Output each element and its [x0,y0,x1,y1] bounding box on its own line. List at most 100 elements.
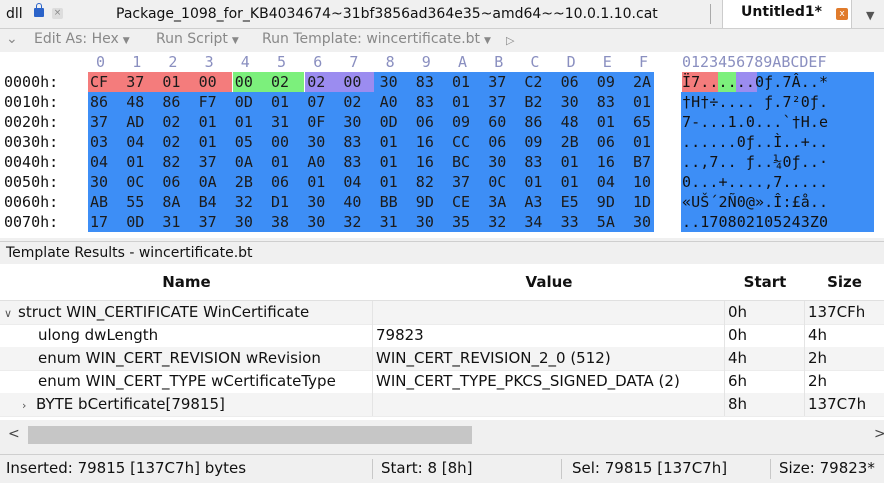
hex-byte[interactable]: 48 [126,92,144,112]
hex-byte[interactable]: 83 [343,152,361,172]
hex-byte[interactable]: 00 [343,72,362,92]
hex-byte[interactable]: AD [126,112,144,132]
hex-byte[interactable]: 01 [126,152,144,172]
hex-byte[interactable]: 83 [416,92,434,112]
hex-byte[interactable]: 86 [90,92,108,112]
hex-byte[interactable]: 60 [488,112,506,132]
scroll-right-icon[interactable]: > [874,426,884,442]
edit-as-button[interactable]: Edit As: Hex ▼ [34,31,130,47]
hex-byte[interactable]: 2A [633,72,651,92]
hex-byte[interactable]: AB [90,192,108,212]
hex-byte[interactable]: 02 [162,132,180,152]
hex-byte[interactable]: 04 [597,172,615,192]
template-cell-value[interactable] [373,393,725,416]
hex-byte[interactable]: 06 [162,172,180,192]
hex-byte[interactable]: 65 [633,112,651,132]
hex-byte[interactable]: 01 [235,112,253,132]
template-row[interactable]: ∨ struct WIN_CERTIFICATE WinCertificate 0h… [0,301,884,325]
hex-byte[interactable]: 01 [633,132,651,152]
hex-byte[interactable]: 37 [488,92,506,112]
template-row[interactable]: › BYTE bCertificate[79815] 8h 137C7h [0,393,884,417]
hex-byte[interactable]: 0C [488,172,506,192]
hex-byte[interactable]: D1 [271,192,289,212]
hex-byte[interactable]: 37 [90,112,108,132]
hex-byte[interactable]: 32 [488,212,506,232]
hex-byte[interactable]: 04 [343,172,361,192]
scroll-left-icon[interactable]: < [8,426,20,442]
hex-byte[interactable]: 30 [488,152,506,172]
hex-byte[interactable]: 00 [234,72,253,92]
hex-byte[interactable]: 5A [597,212,615,232]
hex-byte[interactable]: 09 [452,112,470,132]
hex-byte[interactable]: B4 [199,192,217,212]
template-cell-value[interactable] [373,301,725,324]
run-template-button[interactable]: Run Template: wincertificate.bt ▼ [262,31,491,47]
hex-byte[interactable]: 48 [561,112,579,132]
hex-byte[interactable]: 83 [343,132,361,152]
column-header-size[interactable]: Size [805,264,884,301]
hex-byte[interactable]: 00 [198,72,217,92]
hex-byte[interactable]: 30 [307,212,325,232]
hex-byte[interactable]: B2 [524,92,542,112]
hex-byte[interactable]: 02 [307,72,326,92]
hex-byte[interactable]: 30 [235,212,253,232]
hex-byte[interactable]: 30 [343,112,361,132]
hex-byte[interactable]: A3 [524,192,542,212]
hex-byte[interactable]: 01 [162,72,181,92]
hex-byte[interactable]: 04 [126,132,144,152]
ascii-text[interactable]: Ï7......0ƒ.7Â..* [682,73,828,91]
template-row[interactable]: enum WIN_CERT_TYPE wCertificateType WIN_C… [0,370,884,394]
hex-byte[interactable]: CF [90,72,109,92]
scrollbar-thumb[interactable] [28,426,472,444]
expand-chevron-right-icon[interactable]: › [22,394,36,416]
hex-byte[interactable]: 37 [452,172,470,192]
hex-byte[interactable]: 17 [90,212,108,232]
expand-chevron-down-icon[interactable]: ∨ [4,302,18,324]
hex-byte[interactable]: 30 [633,212,651,232]
hex-editor[interactable]: 0 1 2 3 4 5 6 7 8 9 A B C D E F 0123456789ABCDEF 0000h: C… [0,52,884,238]
hex-byte[interactable]: 01 [307,172,325,192]
hex-byte[interactable]: A0 [307,152,325,172]
close-icon[interactable]: × [52,8,63,19]
hex-byte[interactable]: 30 [307,132,325,152]
tab-list-dropdown-icon[interactable]: ▼ [866,9,874,22]
hex-byte[interactable]: 01 [199,132,217,152]
hex-byte[interactable]: 01 [380,172,398,192]
hex-byte[interactable]: 01 [524,172,542,192]
column-header-start[interactable]: Start [725,264,806,301]
hex-byte[interactable]: E5 [561,192,579,212]
hex-byte[interactable]: 37 [199,212,217,232]
hex-byte[interactable]: 01 [561,172,579,192]
tab-close-icon[interactable]: x [836,8,848,20]
hex-byte[interactable]: 83 [524,152,542,172]
hex-byte[interactable]: 01 [199,112,217,132]
hex-byte[interactable]: 01 [271,152,289,172]
template-row[interactable]: enum WIN_CERT_REVISION wRevision WIN_CERT… [0,347,884,371]
hex-byte[interactable]: 30 [90,172,108,192]
hex-byte[interactable]: 0A [199,172,217,192]
hex-byte[interactable]: 31 [271,112,289,132]
hex-byte[interactable]: B7 [633,152,651,172]
hex-byte[interactable]: 33 [561,212,579,232]
hex-byte[interactable]: 34 [524,212,542,232]
hex-byte[interactable]: CC [452,132,470,152]
hex-byte[interactable]: 83 [597,92,615,112]
hex-byte[interactable]: 06 [488,132,506,152]
hex-byte[interactable]: 00 [271,132,289,152]
hex-byte[interactable]: 04 [90,152,108,172]
hex-byte[interactable]: 10 [633,172,651,192]
hex-byte[interactable]: 30 [380,72,398,92]
hex-byte[interactable]: 01 [380,152,398,172]
hex-byte[interactable]: 82 [162,152,180,172]
hex-byte[interactable]: 01 [561,152,579,172]
template-cell-value[interactable]: WIN_CERT_REVISION_2_0 (512) [373,347,725,370]
hex-byte[interactable]: 0F [307,112,325,132]
hex-byte[interactable]: C2 [524,72,542,92]
hex-byte[interactable]: 0D [235,92,253,112]
hex-byte[interactable]: 06 [416,112,434,132]
hex-byte[interactable]: 32 [235,192,253,212]
hex-byte[interactable]: 09 [524,132,542,152]
hex-byte[interactable]: 01 [597,112,615,132]
hex-byte[interactable]: 02 [271,72,290,92]
hex-byte[interactable]: 01 [633,92,651,112]
